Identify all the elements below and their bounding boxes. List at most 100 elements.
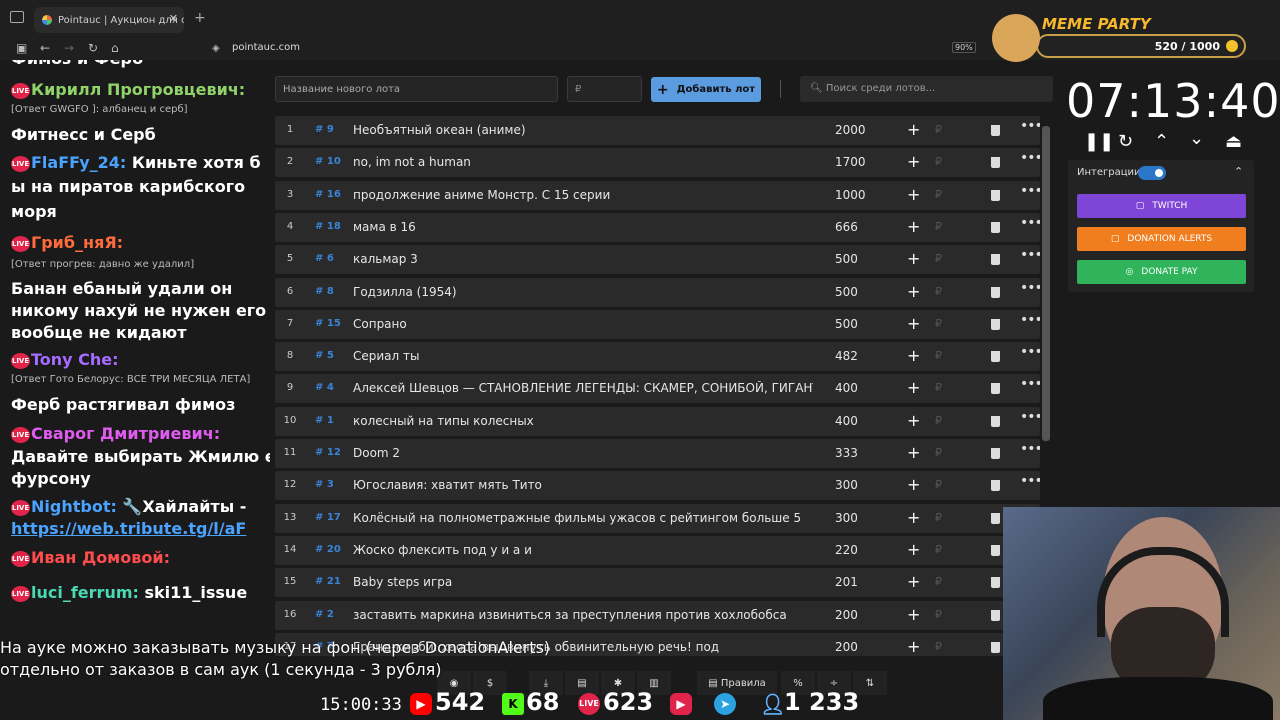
url-field[interactable]: pointauc.com	[232, 42, 300, 53]
delete-icon[interactable]	[991, 480, 1000, 492]
lot-title[interactable]: Сериал ты	[353, 349, 813, 363]
add-amount-icon[interactable]: +	[907, 217, 920, 236]
lot-row[interactable]: 4 # 18 мама в 16 666 + ₽ •••	[275, 212, 1040, 242]
delete-icon[interactable]	[991, 383, 1000, 395]
add-amount-icon[interactable]: +	[907, 249, 920, 268]
lot-title[interactable]: Необъятный океан (аниме)	[353, 123, 813, 137]
lot-row[interactable]: 3 # 16 продолжение аниме Монстр. С 15 сери…	[275, 180, 1040, 210]
lot-value[interactable]: 333	[835, 446, 858, 460]
lot-value[interactable]: 400	[835, 381, 858, 395]
lot-title[interactable]: Сопрано	[353, 317, 813, 331]
lot-title[interactable]: Baby steps игра	[353, 575, 813, 589]
add-amount-icon[interactable]: +	[907, 346, 920, 365]
lot-value[interactable]: 1700	[835, 155, 866, 169]
lot-row[interactable]: 7 # 15 Сопрано 500 + ₽ •••	[275, 309, 1040, 339]
lot-value[interactable]: 200	[835, 608, 858, 622]
lot-value[interactable]: 2000	[835, 123, 866, 137]
ruble-input-icon[interactable]: ₽	[935, 608, 942, 621]
ruble-input-icon[interactable]: ₽	[935, 155, 942, 168]
delete-icon[interactable]	[991, 189, 1000, 201]
lot-row[interactable]: 11 # 12 Doom 2 333 + ₽ •••	[275, 439, 1040, 468]
delete-icon[interactable]	[991, 512, 1000, 524]
lot-title[interactable]: Алексей Шевцов — СТАНОВЛЕНИЕ ЛЕГЕНДЫ: СК…	[353, 381, 813, 395]
add-amount-icon[interactable]: +	[907, 314, 920, 333]
ruble-input-icon[interactable]: ₽	[935, 543, 942, 556]
forward-icon[interactable]: →	[64, 41, 74, 55]
lot-value[interactable]: 500	[835, 285, 858, 299]
twitch-button[interactable]: ▢ TWITCH	[1077, 194, 1246, 218]
reset-icon[interactable]: ↻	[1118, 131, 1133, 152]
lot-row[interactable]: 5 # 6 кальмар 3 500 + ₽ •••	[275, 245, 1040, 275]
double-chevron-up-icon[interactable]: ⏏	[1225, 131, 1242, 152]
delete-icon[interactable]	[991, 125, 1000, 136]
more-icon[interactable]: •••	[1020, 409, 1040, 425]
lot-value[interactable]: 500	[835, 252, 858, 266]
lot-row[interactable]: 1 # 9 Необъятный океан (аниме) 2000 + ₽ •••	[275, 116, 1040, 145]
delete-icon[interactable]	[991, 641, 1000, 653]
more-icon[interactable]: •••	[1020, 441, 1040, 457]
chevron-up-icon[interactable]: ⌃	[1234, 165, 1243, 178]
delete-icon[interactable]	[991, 609, 1000, 621]
delete-icon[interactable]	[991, 157, 1000, 169]
home-icon[interactable]: ⌂	[111, 41, 119, 55]
donate-pay-button[interactable]: ◎ DONATE PAY	[1077, 260, 1246, 284]
ruble-input-icon[interactable]: ₽	[935, 220, 942, 233]
more-icon[interactable]: •••	[1020, 312, 1040, 328]
lot-title[interactable]: кальмар 3	[353, 252, 813, 266]
lot-row[interactable]: 2 # 10 no, im not a human 1700 + ₽ •••	[275, 148, 1040, 178]
add-amount-icon[interactable]: +	[907, 120, 920, 139]
pause-icon[interactable]: ❚❚	[1084, 131, 1114, 152]
add-amount-icon[interactable]: +	[907, 152, 920, 171]
add-lot-button[interactable]: + Добавить лот	[651, 77, 761, 102]
lot-title[interactable]: колесный на типы колесных	[353, 414, 813, 428]
delete-icon[interactable]	[991, 415, 1000, 427]
lot-row[interactable]: 10 # 1 колесный на типы колесных 400 + ₽ •••	[275, 406, 1040, 436]
ruble-input-icon[interactable]: ₽	[935, 285, 942, 298]
lot-title[interactable]: Doom 2	[353, 446, 813, 460]
add-amount-icon[interactable]: +	[907, 540, 920, 559]
lot-title[interactable]: Колёсный на полнометражные фильмы ужасов…	[353, 511, 813, 525]
chat-link[interactable]: https://web.tribute.tg/l/aF	[11, 518, 246, 540]
lot-value[interactable]: 201	[835, 575, 858, 589]
lot-title[interactable]: no, im not a human	[353, 155, 813, 169]
add-amount-icon[interactable]: +	[907, 637, 920, 656]
ruble-input-icon[interactable]: ₽	[935, 123, 942, 136]
chevron-down-icon[interactable]: ⌄	[1189, 128, 1204, 149]
more-icon[interactable]: •••	[1020, 150, 1040, 166]
delete-icon[interactable]	[991, 448, 1000, 459]
lot-value[interactable]: 220	[835, 543, 858, 557]
more-icon[interactable]: •••	[1020, 183, 1040, 199]
donation-alerts-button[interactable]: ▢ DONATION ALERTS	[1077, 227, 1246, 251]
sidebar-icon[interactable]: ▣	[16, 41, 27, 55]
back-icon[interactable]: ←	[40, 41, 50, 55]
lot-value[interactable]: 200	[835, 640, 858, 654]
lot-value[interactable]: 400	[835, 414, 858, 428]
more-icon[interactable]: •••	[1020, 344, 1040, 360]
more-icon[interactable]: •••	[1020, 473, 1040, 489]
add-amount-icon[interactable]: +	[907, 605, 920, 624]
delete-icon[interactable]	[991, 577, 1000, 589]
ruble-input-icon[interactable]: ₽	[935, 188, 942, 201]
delete-icon[interactable]	[991, 254, 1000, 266]
lot-value[interactable]: 300	[835, 478, 858, 492]
lot-title[interactable]: Годзилла (1954)	[353, 285, 813, 299]
new-tab-icon[interactable]: +	[194, 10, 206, 26]
shield-icon[interactable]: ◈	[212, 43, 220, 54]
delete-icon[interactable]	[991, 351, 1000, 363]
lot-row[interactable]: 8 # 5 Сериал ты 482 + ₽ •••	[275, 342, 1040, 372]
add-amount-icon[interactable]: +	[907, 508, 920, 527]
ruble-input-icon[interactable]: ₽	[935, 414, 942, 427]
delete-icon[interactable]	[991, 286, 1000, 298]
ruble-input-icon[interactable]: ₽	[935, 575, 942, 588]
lot-title[interactable]: Югославия: хватит мять Тито	[353, 478, 813, 492]
ruble-input-icon[interactable]: ₽	[935, 349, 942, 362]
lot-row[interactable]: 14 # 20 Жоско флексить под у и а и 220 + ₽	[275, 535, 1040, 565]
more-icon[interactable]: •••	[1020, 118, 1040, 134]
add-amount-icon[interactable]: +	[907, 411, 920, 430]
lot-row[interactable]: 16 # 2 заставить маркина извиниться за пре…	[275, 600, 1040, 630]
lot-value[interactable]: 300	[835, 511, 858, 525]
lot-row[interactable]: 12 # 3 Югославия: хватит мять Тито 300 + ₽ •••	[275, 471, 1040, 501]
lot-title[interactable]: Жоско флексить под у и а и	[353, 543, 813, 557]
lot-search-input[interactable]: 🔍︎ Поиск среди лотов...	[800, 76, 1053, 102]
delete-icon[interactable]	[991, 318, 1000, 330]
